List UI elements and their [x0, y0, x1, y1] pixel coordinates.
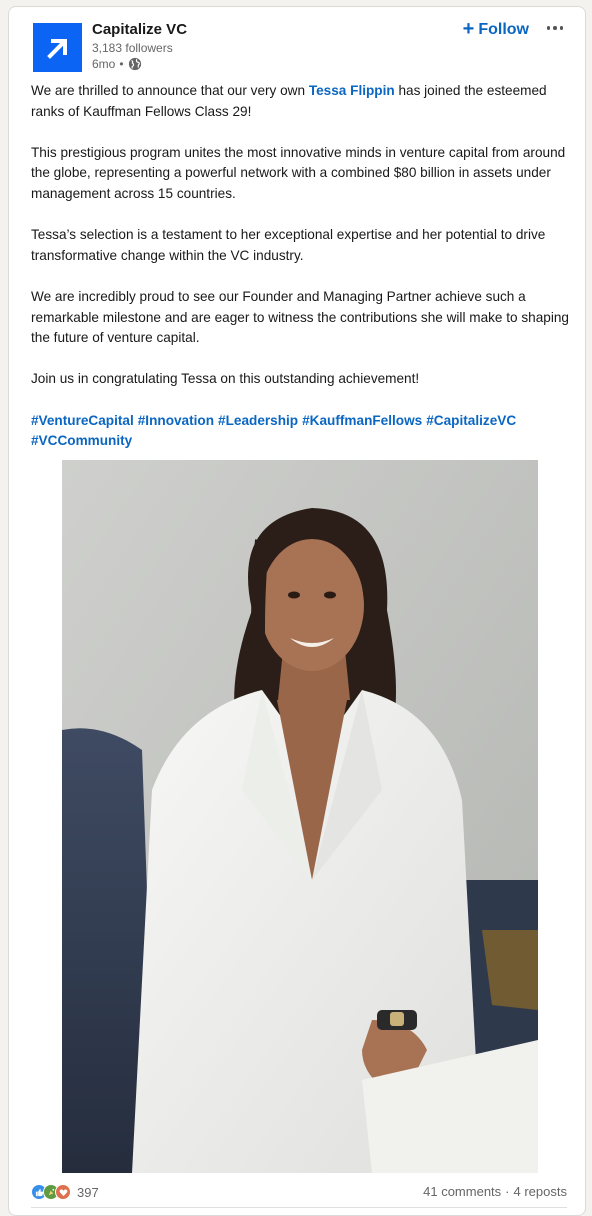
- follow-button[interactable]: + Follow: [463, 19, 529, 41]
- reactions-summary[interactable]: 397: [31, 1184, 99, 1200]
- stats-separator: ·: [505, 1184, 510, 1199]
- more-options-icon[interactable]: [543, 15, 567, 41]
- hashtag-link[interactable]: #VentureCapital: [31, 413, 134, 428]
- post-photo[interactable]: [62, 460, 538, 1173]
- divider: [31, 1207, 567, 1208]
- author-name[interactable]: Capitalize VC: [92, 21, 187, 38]
- follower-count: 3,183 followers: [92, 41, 173, 55]
- paragraph-2: This prestigious program unites the most…: [31, 144, 566, 201]
- reaction-count: 397: [77, 1184, 99, 1200]
- post-social-bar: 397 41 comments · 4 reposts: [9, 1179, 585, 1209]
- arrow-up-right-icon: [46, 38, 67, 59]
- post-meta: 6mo •: [92, 57, 142, 71]
- post-card: Capitalize VC 3,183 followers 6mo • + Fo…: [8, 6, 586, 1216]
- reposts-link[interactable]: 4 reposts: [514, 1184, 567, 1199]
- hashtag-link[interactable]: #VCCommunity: [31, 433, 132, 448]
- portrait-illustration: [62, 460, 538, 1173]
- hashtag-link[interactable]: #CapitalizeVC: [426, 413, 516, 428]
- meta-separator: •: [119, 57, 124, 71]
- post-header: Capitalize VC 3,183 followers 6mo • + Fo…: [9, 7, 585, 77]
- paragraph-5: Join us in congratulating Tessa on this …: [31, 371, 420, 387]
- paragraph-1: We are thrilled to announce that our ver…: [31, 83, 547, 119]
- love-icon: [55, 1184, 71, 1200]
- hashtag-list: #VentureCapital #Innovation #Leadership #Ka…: [31, 411, 571, 452]
- mention-link[interactable]: Tessa Flippin: [309, 83, 395, 98]
- engagement-stats: 41 comments · 4 reposts: [423, 1184, 567, 1199]
- globe-icon: [128, 57, 141, 71]
- post-body: We are thrilled to announce that our ver…: [31, 81, 571, 452]
- follow-label: Follow: [478, 21, 529, 38]
- hashtag-link[interactable]: #Leadership: [218, 413, 298, 428]
- company-logo[interactable]: [33, 23, 82, 72]
- paragraph-3: Tessa’s selection is a testament to her …: [31, 227, 546, 263]
- comments-link[interactable]: 41 comments: [423, 1184, 501, 1199]
- post-time: 6mo: [92, 57, 116, 71]
- hashtag-link[interactable]: #Innovation: [138, 413, 214, 428]
- paragraph-4: We are incredibly proud to see our Found…: [31, 288, 569, 346]
- hashtag-link[interactable]: #KauffmanFellows: [302, 413, 422, 428]
- plus-icon: +: [462, 18, 475, 40]
